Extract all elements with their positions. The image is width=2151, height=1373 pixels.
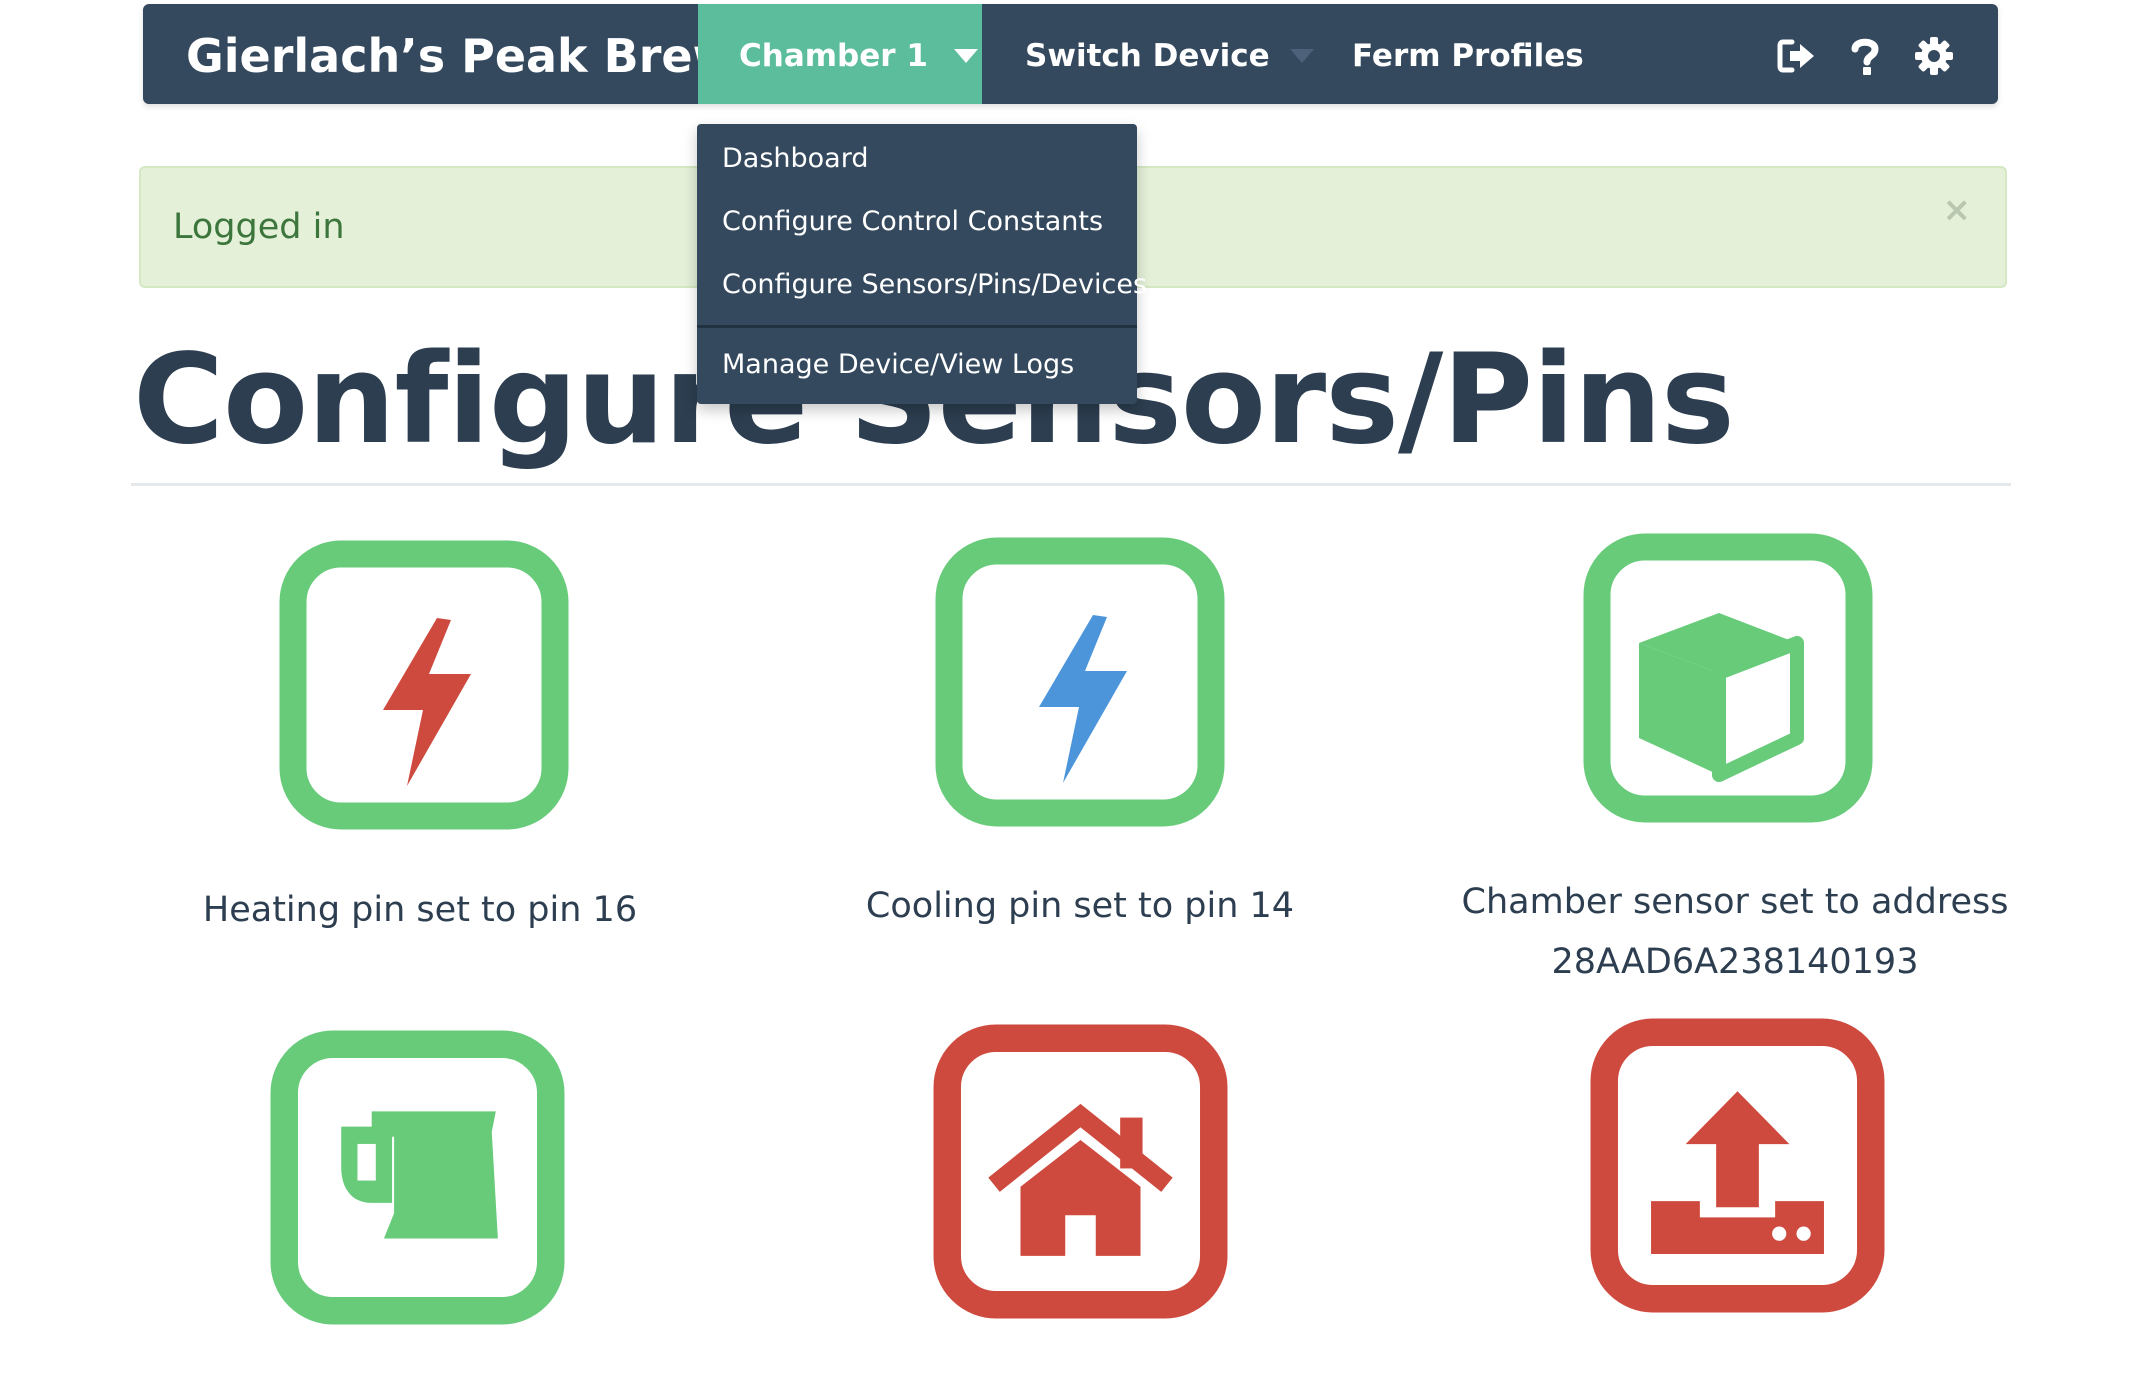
home-tile[interactable] (933, 1024, 1228, 1319)
cube-icon (1639, 613, 1804, 782)
cooling-pin-tile[interactable] (935, 537, 1225, 827)
top-navbar: Gierlach’s Peak Brewing Chamber 1 Switch… (143, 4, 1998, 104)
menu-item-dashboard[interactable]: Dashboard (722, 143, 868, 174)
switch-device-dropdown[interactable]: Switch Device (1025, 4, 1314, 104)
settings-gear-icon[interactable] (1912, 34, 1956, 78)
upload-firmware-tile[interactable] (1590, 1018, 1885, 1313)
device-dropdown-menu: Dashboard Configure Control Constants Co… (697, 124, 1147, 404)
help-icon[interactable] (1843, 34, 1887, 78)
active-device-label: Chamber 1 (739, 38, 928, 74)
alert-message: Logged in (173, 207, 345, 247)
caret-down-icon (1289, 48, 1314, 63)
beer-mug-icon (341, 1111, 498, 1239)
chamber-sensor-label: Chamber sensor set to address (1461, 882, 2009, 922)
chamber-sensor-address: 28AAD6A238140193 (1551, 942, 1919, 982)
switch-device-label: Switch Device (1025, 38, 1270, 74)
menu-item-manage-device[interactable]: Manage Device/View Logs (722, 349, 1074, 380)
active-device-dropdown[interactable]: Chamber 1 (698, 4, 982, 104)
heating-pin-label: Heating pin set to pin 16 (202, 890, 638, 930)
title-divider (131, 483, 2011, 486)
bolt-icon (1039, 615, 1127, 783)
bolt-icon (383, 618, 471, 786)
home-icon (988, 1103, 1173, 1256)
chamber-sensor-tile[interactable] (1583, 533, 1873, 823)
logout-icon[interactable] (1774, 34, 1818, 78)
ferm-profiles-link[interactable]: Ferm Profiles (1352, 4, 1584, 104)
caret-down-icon (953, 48, 978, 63)
menu-divider (697, 325, 1137, 328)
upload-icon (1651, 1091, 1824, 1254)
cooling-pin-label: Cooling pin set to pin 14 (865, 886, 1295, 926)
menu-item-configure-control-constants[interactable]: Configure Control Constants (722, 206, 1103, 237)
beer-sensor-tile[interactable] (270, 1030, 565, 1325)
close-icon[interactable]: × (1943, 190, 1972, 230)
heating-pin-tile[interactable] (279, 540, 569, 830)
menu-item-configure-sensors[interactable]: Configure Sensors/Pins/Devices (722, 269, 1147, 300)
